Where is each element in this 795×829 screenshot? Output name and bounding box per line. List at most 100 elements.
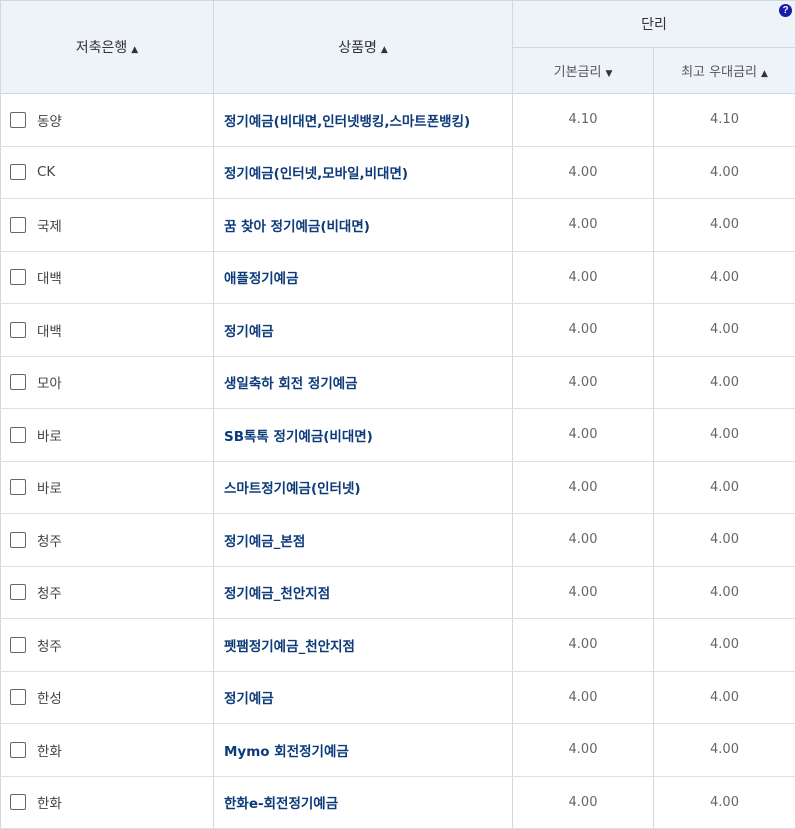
product-link[interactable]: 정기예금_본점 xyxy=(214,514,513,567)
bank-name: 국제 xyxy=(37,219,62,235)
row-checkbox[interactable] xyxy=(10,794,26,810)
base-rate-cell: 4.00 xyxy=(513,251,654,304)
table-row: 한화한화e-회전정기예금4.004.00 xyxy=(1,776,795,829)
bank-name: 동양 xyxy=(37,114,62,130)
max-rate-cell: 4.00 xyxy=(654,146,795,199)
max-rate-cell: 4.00 xyxy=(654,199,795,252)
bank-name: 바로 xyxy=(37,429,62,445)
base-rate-cell: 4.00 xyxy=(513,461,654,514)
bank-name: 청주 xyxy=(37,639,62,655)
simple-interest-header: 단리 ? xyxy=(513,1,795,48)
bank-name: 청주 xyxy=(37,534,62,550)
row-checkbox[interactable] xyxy=(10,217,26,233)
bank-cell: 청주 xyxy=(1,514,214,567)
max-rate-cell: 4.00 xyxy=(654,671,795,724)
bank-name: 한화 xyxy=(37,744,62,760)
bank-cell: 바로 xyxy=(1,409,214,462)
row-checkbox[interactable] xyxy=(10,427,26,443)
product-link[interactable]: 한화e-회전정기예금 xyxy=(214,776,513,829)
bank-cell: 청주 xyxy=(1,566,214,619)
help-icon[interactable]: ? xyxy=(779,4,792,17)
row-checkbox[interactable] xyxy=(10,742,26,758)
base-rate-cell: 4.00 xyxy=(513,566,654,619)
bank-cell: 동양 xyxy=(1,94,214,147)
row-checkbox[interactable] xyxy=(10,689,26,705)
table-row: 대백정기예금4.004.00 xyxy=(1,304,795,357)
max-rate-cell: 4.00 xyxy=(654,724,795,777)
row-checkbox[interactable] xyxy=(10,532,26,548)
bank-cell: 대백 xyxy=(1,251,214,304)
product-link[interactable]: SB톡톡 정기예금(비대면) xyxy=(214,409,513,462)
table-row: 청주정기예금_천안지점4.004.00 xyxy=(1,566,795,619)
max-rate-cell: 4.00 xyxy=(654,776,795,829)
max-rate-cell: 4.00 xyxy=(654,619,795,672)
bank-name: CK xyxy=(37,164,55,180)
sort-up-icon[interactable]: ▲ xyxy=(761,69,768,79)
bank-cell: 국제 xyxy=(1,199,214,252)
bank-cell: 한화 xyxy=(1,776,214,829)
bank-cell: 한화 xyxy=(1,724,214,777)
row-checkbox[interactable] xyxy=(10,584,26,600)
row-checkbox[interactable] xyxy=(10,164,26,180)
max-rate-cell: 4.10 xyxy=(654,94,795,147)
product-link[interactable]: 정기예금 xyxy=(214,671,513,724)
bank-name: 모아 xyxy=(37,376,62,392)
bank-name: 대백 xyxy=(37,271,62,287)
max-rate-cell: 4.00 xyxy=(654,409,795,462)
product-link[interactable]: Mymo 회전정기예금 xyxy=(214,724,513,777)
base-rate-cell: 4.00 xyxy=(513,724,654,777)
bank-name: 청주 xyxy=(37,586,62,602)
max-rate-cell: 4.00 xyxy=(654,251,795,304)
base-rate-cell: 4.00 xyxy=(513,304,654,357)
bank-cell: 모아 xyxy=(1,356,214,409)
base-rate-cell: 4.00 xyxy=(513,146,654,199)
bank-cell: 바로 xyxy=(1,461,214,514)
product-link[interactable]: 펫팸정기예금_천안지점 xyxy=(214,619,513,672)
base-rate-cell: 4.00 xyxy=(513,409,654,462)
table-row: 한성정기예금4.004.00 xyxy=(1,671,795,724)
row-checkbox[interactable] xyxy=(10,269,26,285)
table-row: 바로스마트정기예금(인터넷)4.004.00 xyxy=(1,461,795,514)
product-link[interactable]: 정기예금(비대면,인터넷뱅킹,스마트폰뱅킹) xyxy=(214,94,513,147)
deposit-rate-table: 저축은행▲ 상품명▲ 단리 ? 기본금리▼ 최고 우대금리▲ 동양 정기예금(비대… xyxy=(0,0,795,829)
base-rate-cell: 4.00 xyxy=(513,199,654,252)
base-rate-cell: 4.00 xyxy=(513,776,654,829)
bank-name: 바로 xyxy=(37,481,62,497)
bank-cell: 청주 xyxy=(1,619,214,672)
sort-up-icon[interactable]: ▲ xyxy=(381,45,388,55)
product-link[interactable]: 정기예금 xyxy=(214,304,513,357)
table-row: 청주펫팸정기예금_천안지점4.004.00 xyxy=(1,619,795,672)
row-checkbox[interactable] xyxy=(10,112,26,128)
bank-column-header[interactable]: 저축은행▲ xyxy=(1,1,214,94)
row-checkbox[interactable] xyxy=(10,322,26,338)
product-link[interactable]: 정기예금(인터넷,모바일,비대면) xyxy=(214,146,513,199)
base-rate-cell: 4.00 xyxy=(513,514,654,567)
product-link[interactable]: 정기예금_천안지점 xyxy=(214,566,513,619)
row-checkbox[interactable] xyxy=(10,637,26,653)
max-rate-cell: 4.00 xyxy=(654,461,795,514)
sort-up-icon[interactable]: ▲ xyxy=(131,45,138,55)
base-rate-cell: 4.00 xyxy=(513,619,654,672)
table-row: 모아생일축하 회전 정기예금4.004.00 xyxy=(1,356,795,409)
max-rate-header[interactable]: 최고 우대금리▲ xyxy=(654,48,795,94)
table-row: 청주정기예금_본점4.004.00 xyxy=(1,514,795,567)
table-row: 한화Mymo 회전정기예금4.004.00 xyxy=(1,724,795,777)
sort-down-icon[interactable]: ▼ xyxy=(605,69,612,79)
product-column-header[interactable]: 상품명▲ xyxy=(214,1,513,94)
row-checkbox[interactable] xyxy=(10,374,26,390)
bank-name: 한성 xyxy=(37,691,62,707)
table-row: 바로SB톡톡 정기예금(비대면)4.004.00 xyxy=(1,409,795,462)
product-link[interactable]: 스마트정기예금(인터넷) xyxy=(214,461,513,514)
max-rate-cell: 4.00 xyxy=(654,566,795,619)
row-checkbox[interactable] xyxy=(10,479,26,495)
base-rate-header[interactable]: 기본금리▼ xyxy=(513,48,654,94)
product-link[interactable]: 꿈 찾아 정기예금(비대면) xyxy=(214,199,513,252)
table-row: 동양정기예금(비대면,인터넷뱅킹,스마트폰뱅킹)4.104.10 xyxy=(1,94,795,147)
table-row: CK정기예금(인터넷,모바일,비대면)4.004.00 xyxy=(1,146,795,199)
base-rate-cell: 4.10 xyxy=(513,94,654,147)
product-link[interactable]: 애플정기예금 xyxy=(214,251,513,304)
product-link[interactable]: 생일축하 회전 정기예금 xyxy=(214,356,513,409)
max-rate-cell: 4.00 xyxy=(654,304,795,357)
table-row: 국제꿈 찾아 정기예금(비대면)4.004.00 xyxy=(1,199,795,252)
bank-name: 한화 xyxy=(37,796,62,812)
